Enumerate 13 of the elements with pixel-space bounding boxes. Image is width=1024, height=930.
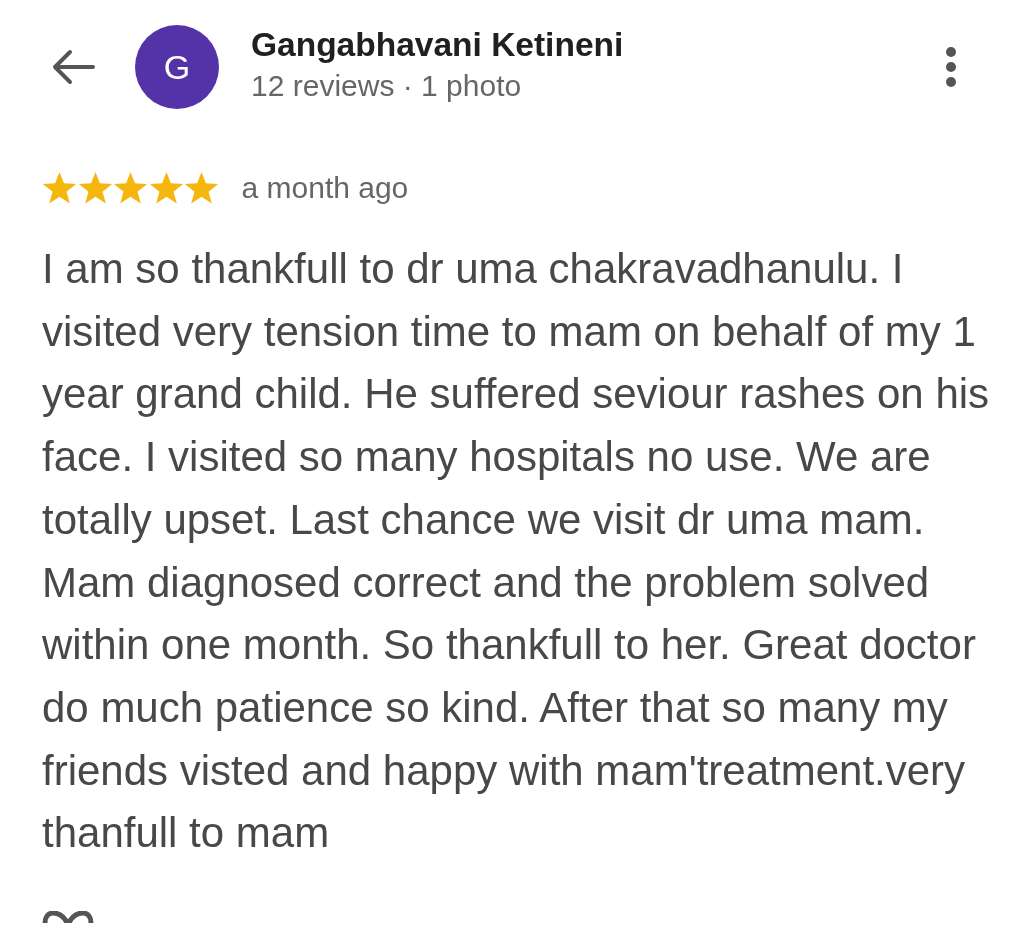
star-icon [148,170,184,205]
star-icon [42,170,77,205]
reviewer-stats: 12 reviews · 1 photo [251,68,522,104]
back-arrow-icon[interactable] [51,49,95,85]
star-icon [77,170,113,205]
star-icon [113,170,148,205]
review-time: a month ago [241,170,409,205]
review-text: I am so thankfull to dr uma chakravadhanulu. I visited very tension time to mam on behalf of my 1 year grand child. He suffered seviour rashes on his face. I visited so many hospitals no use. We are totally upset. Last chance we visit dr uma mam. Mam diagnosed correct and the problem solved within one month. So thankfull to her. Great doctor do much patience so kind. After that so many my friends visted and happy with mam'treatment.very thanfull to mam [42,244,991,859]
star-icon [184,170,219,205]
avatar[interactable]: G [135,25,219,109]
reviewer-name[interactable]: Gangabhavani Ketineni [251,24,624,66]
heart-icon[interactable] [42,911,94,924]
more-options-icon[interactable] [945,46,957,88]
